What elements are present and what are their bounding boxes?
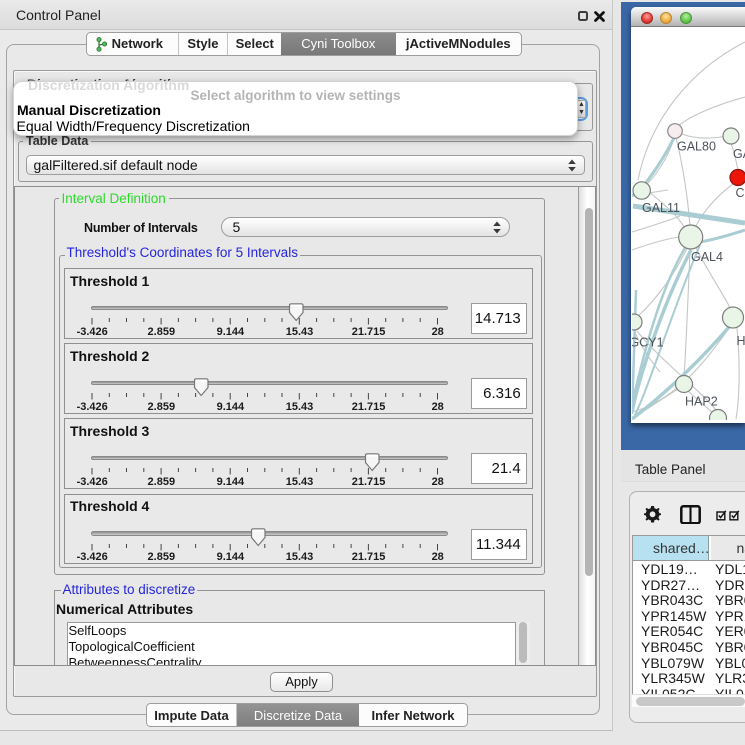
svg-text:GAL4: GAL4 [691,250,723,264]
svg-text:GCY1: GCY1 [632,336,664,350]
svg-text:GA: GA [733,147,745,161]
svg-text:GAL80: GAL80 [677,140,716,154]
svg-text:HAP2: HAP2 [685,395,718,409]
svg-text:GAL11: GAL11 [642,201,680,215]
svg-text:H: H [737,334,745,348]
svg-text:C: C [736,186,745,200]
